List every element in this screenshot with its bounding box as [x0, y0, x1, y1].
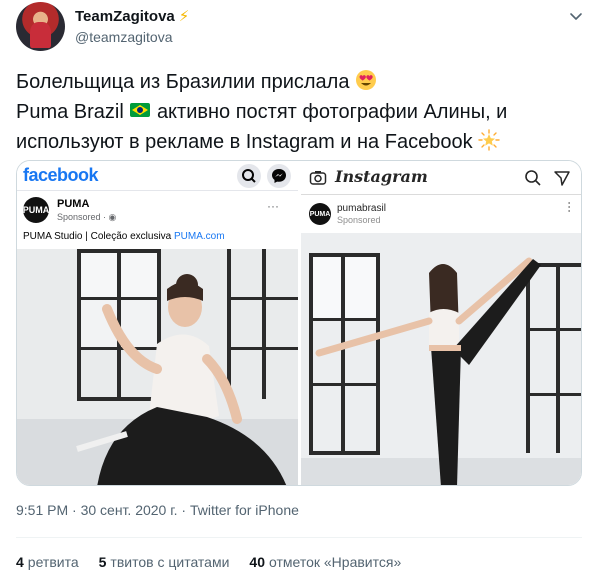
- engagement-stats: 4 ретвита 5 твитов с цитатами 40 отметок «Н…: [16, 554, 401, 570]
- glowing-star-icon: [478, 129, 500, 151]
- yoga-photo-instagram: [301, 233, 581, 485]
- display-name[interactable]: TeamZagitova: [75, 8, 175, 25]
- messenger-icon: [267, 164, 291, 188]
- globe-icon: ◉: [108, 212, 117, 222]
- tweet-timestamp[interactable]: 9:51 PM · 30 сент. 2020 г. · Twitter for…: [16, 502, 299, 518]
- media-card[interactable]: facebook PUMA PUMA Sponsored · ◉ ··· PUM…: [16, 160, 582, 486]
- yoga-photo-facebook: [17, 249, 298, 485]
- instagram-top-bar: Instagram: [301, 161, 581, 195]
- tweet-text: Болельщица из Бразилии прислала Puma Bra…: [16, 67, 586, 157]
- brazil-flag-icon: [130, 103, 151, 117]
- instagram-logo: Instagram: [335, 167, 428, 186]
- camera-icon: [309, 171, 327, 185]
- more-options-icon: ···: [267, 199, 279, 213]
- puma-link: PUMA.com: [174, 231, 225, 242]
- lightning-bolt-icon: ⚡: [178, 8, 190, 25]
- instagram-sponsored-label: Sponsored: [337, 215, 381, 225]
- likes-stat[interactable]: 40 отметок «Нравится»: [249, 554, 401, 570]
- retweets-stat[interactable]: 4 ретвита: [16, 554, 79, 570]
- facebook-caption: PUMA Studio | Coleção exclusiva PUMA.com: [23, 231, 225, 242]
- tweet-line-2a: Puma Brazil: [16, 101, 124, 123]
- puma-logo: PUMA: [23, 197, 49, 223]
- avatar[interactable]: [16, 2, 65, 51]
- more-options-icon-instagram: ···: [563, 201, 577, 213]
- author-name-row[interactable]: TeamZagitova ⚡: [75, 8, 189, 25]
- tweet-line-1: Болельщица из Бразилии прислала: [16, 71, 350, 93]
- author-handle[interactable]: @teamzagitova: [75, 29, 172, 45]
- quote-tweets-stat[interactable]: 5 твитов с цитатами: [99, 554, 230, 570]
- divider: [16, 537, 582, 538]
- tweet-line-3: используют в рекламе в Instagram и на Fa…: [16, 131, 473, 153]
- facebook-top-bar: facebook: [17, 161, 298, 191]
- tweet-line-2b: активно постят фотографии Алины, и: [156, 101, 508, 123]
- search-icon: [237, 164, 261, 188]
- search-icon-instagram: [525, 170, 541, 186]
- facebook-logo: facebook: [23, 165, 99, 185]
- send-icon: [554, 171, 570, 186]
- facebook-sponsored-label: Sponsored · ◉: [57, 212, 117, 222]
- instagram-brand-name: pumabrasil: [337, 203, 386, 214]
- chevron-down-icon[interactable]: [568, 8, 584, 24]
- facebook-ad-image[interactable]: facebook PUMA PUMA Sponsored · ◉ ··· PUM…: [17, 161, 298, 485]
- instagram-ad-image[interactable]: Instagram PUMA pumabrasil Sponsored ···: [301, 161, 581, 485]
- puma-logo-instagram: PUMA: [309, 203, 331, 225]
- heart-eyes-emoji-icon: [356, 70, 377, 90]
- facebook-brand-name: PUMA: [57, 198, 90, 210]
